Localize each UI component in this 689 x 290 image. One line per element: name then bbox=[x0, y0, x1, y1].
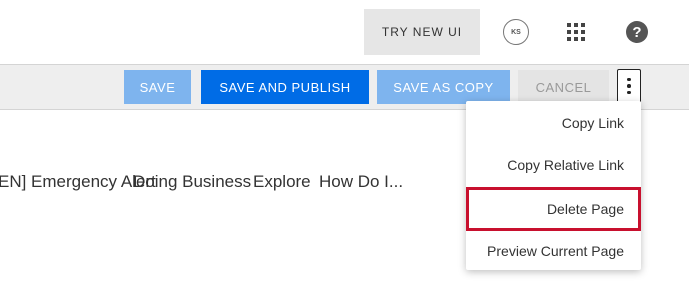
top-header: TRY NEW UI KS ? bbox=[0, 0, 689, 64]
more-options-menu: Copy Link Copy Relative Link Delete Page… bbox=[466, 101, 641, 270]
vertical-dots-icon bbox=[627, 77, 631, 82]
help-question-icon[interactable]: ? bbox=[626, 21, 648, 43]
nav-item-explore[interactable]: Explore bbox=[253, 172, 311, 192]
grid-apps-icon[interactable] bbox=[566, 22, 586, 42]
nav-item-how-do-i[interactable]: How Do I... bbox=[319, 172, 403, 192]
user-avatar[interactable]: KS bbox=[503, 19, 529, 45]
cancel-button[interactable]: CANCEL bbox=[518, 70, 609, 104]
more-options-button[interactable] bbox=[617, 69, 641, 103]
save-as-copy-button[interactable]: SAVE AS COPY bbox=[377, 70, 510, 104]
save-and-publish-button[interactable]: SAVE AND PUBLISH bbox=[201, 70, 369, 104]
save-button[interactable]: SAVE bbox=[124, 70, 191, 104]
try-new-ui-button[interactable]: TRY NEW UI bbox=[364, 9, 480, 55]
menu-item-preview-current-page[interactable]: Preview Current Page bbox=[466, 230, 641, 272]
menu-item-delete-page[interactable]: Delete Page bbox=[466, 187, 641, 231]
menu-item-copy-relative-link[interactable]: Copy Relative Link bbox=[466, 144, 641, 186]
nav-item-doing-business[interactable]: Doing Business bbox=[133, 172, 251, 192]
menu-item-copy-link[interactable]: Copy Link bbox=[466, 102, 641, 144]
